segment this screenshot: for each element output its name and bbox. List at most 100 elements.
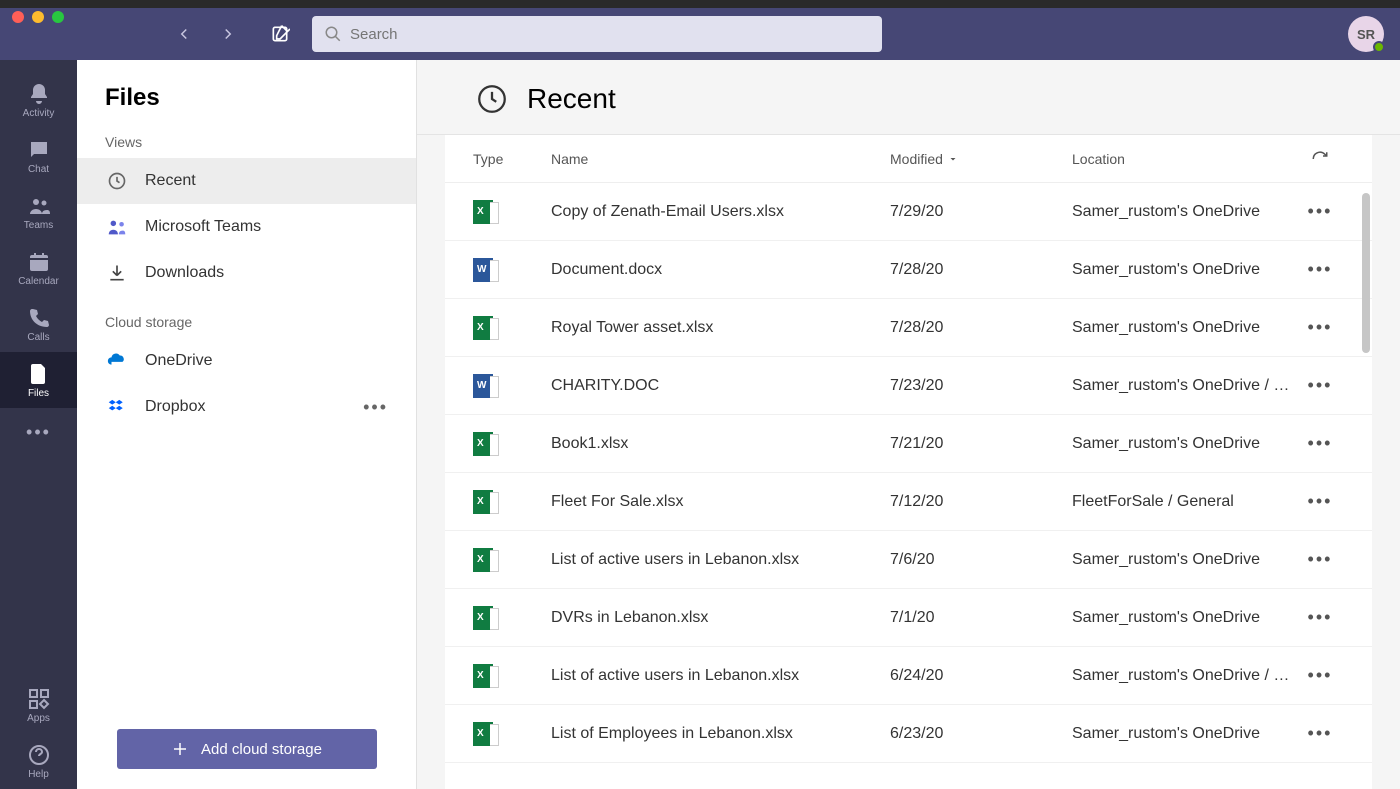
table-row[interactable]: XList of Employees in Lebanon.xlsx6/23/2…: [445, 705, 1372, 763]
forward-button[interactable]: [212, 18, 244, 50]
rail-label: Activity: [23, 108, 55, 119]
file-location: Samer_rustom's OneDrive: [1072, 609, 1296, 627]
scrollbar[interactable]: [1362, 193, 1370, 353]
more-icon[interactable]: •••: [1308, 549, 1333, 570]
sidebar-item-label: Microsoft Teams: [145, 218, 261, 236]
table-row[interactable]: WDocument.docx7/28/20Samer_rustom's OneD…: [445, 241, 1372, 299]
file-location: Samer_rustom's OneDrive: [1072, 725, 1296, 743]
excel-icon: X: [473, 722, 493, 746]
sidebar-item-downloads[interactable]: Downloads: [77, 250, 416, 296]
rail-label: Files: [28, 388, 49, 399]
table-row[interactable]: X List of active users in Lebanon.xlsx6/2…: [445, 647, 1372, 705]
search-field[interactable]: [350, 26, 870, 43]
excel-icon: X: [473, 200, 493, 224]
more-icon[interactable]: •••: [1308, 317, 1333, 338]
rail-label: Chat: [28, 164, 49, 175]
rail-calls[interactable]: Calls: [0, 296, 77, 352]
file-modified: 7/21/20: [890, 435, 1072, 453]
more-icon[interactable]: •••: [1308, 491, 1333, 512]
file-name: Fleet For Sale.xlsx: [551, 493, 890, 511]
sort-desc-icon: [947, 153, 959, 165]
minimize-window-icon[interactable]: [32, 11, 44, 23]
more-icon[interactable]: •••: [1308, 723, 1333, 744]
rail-label: Calls: [27, 332, 49, 343]
header-bar: SR: [0, 8, 1400, 60]
search-input[interactable]: [312, 16, 882, 52]
maximize-window-icon[interactable]: [52, 11, 64, 23]
table-row[interactable]: XRoyal Tower asset.xlsx7/28/20Samer_rust…: [445, 299, 1372, 357]
column-name[interactable]: Name: [551, 151, 890, 167]
rail-calendar[interactable]: Calendar: [0, 240, 77, 296]
rail-teams[interactable]: Teams: [0, 184, 77, 240]
table-row[interactable]: XFleet For Sale.xlsx7/12/20FleetForSale …: [445, 473, 1372, 531]
chat-icon: [27, 138, 51, 162]
files-table: Type Name Modified Location XCopy of Zen…: [445, 135, 1372, 789]
sidebar-item-onedrive[interactable]: OneDrive: [77, 338, 416, 384]
files-icon: [27, 362, 51, 386]
excel-icon: X: [473, 664, 493, 688]
column-modified[interactable]: Modified: [890, 151, 1072, 167]
refresh-icon: [1311, 150, 1329, 168]
more-icon[interactable]: •••: [1308, 607, 1333, 628]
rail-files[interactable]: Files: [0, 352, 77, 408]
rail-more[interactable]: •••: [0, 408, 77, 456]
more-icon[interactable]: •••: [1308, 665, 1333, 686]
file-modified: 7/6/20: [890, 551, 1072, 569]
table-row[interactable]: XBook1.xlsx7/21/20Samer_rustom's OneDriv…: [445, 415, 1372, 473]
file-location: Samer_rustom's OneDrive / …: [1072, 667, 1296, 685]
file-name: List of active users in Lebanon.xlsx: [551, 667, 890, 685]
add-cloud-storage-button[interactable]: Add cloud storage: [117, 729, 377, 769]
file-location: Samer_rustom's OneDrive / …: [1072, 377, 1296, 395]
back-button[interactable]: [168, 18, 200, 50]
close-window-icon[interactable]: [12, 11, 24, 23]
more-icon[interactable]: •••: [1308, 259, 1333, 280]
rail-chat[interactable]: Chat: [0, 128, 77, 184]
column-type[interactable]: Type: [473, 151, 551, 167]
file-location: Samer_rustom's OneDrive: [1072, 319, 1296, 337]
sidebar-cloud-label: Cloud storage: [77, 310, 416, 338]
file-modified: 7/1/20: [890, 609, 1072, 627]
sidebar-item-label: Dropbox: [145, 398, 205, 416]
file-modified: 7/28/20: [890, 261, 1072, 279]
more-icon[interactable]: •••: [1308, 201, 1333, 222]
rail-apps[interactable]: Apps: [0, 677, 77, 733]
refresh-button[interactable]: [1296, 150, 1344, 168]
table-row[interactable]: WCHARITY.DOC7/23/20Samer_rustom's OneDri…: [445, 357, 1372, 415]
excel-icon: X: [473, 490, 493, 514]
sidebar-views-label: Views: [77, 130, 416, 158]
sidebar-title: Files: [77, 60, 416, 130]
dropbox-icon: [105, 397, 129, 417]
page-title: Recent: [527, 83, 616, 115]
table-row[interactable]: XDVRs in Lebanon.xlsx7/1/20Samer_rustom'…: [445, 589, 1372, 647]
window-controls: [12, 11, 64, 23]
sidebar-item-recent[interactable]: Recent: [77, 158, 416, 204]
bell-icon: [27, 82, 51, 106]
teams-icon: [105, 216, 129, 238]
sidebar-item-label: OneDrive: [145, 352, 213, 370]
apps-icon: [27, 687, 51, 711]
table-row[interactable]: XList of active users in Lebanon.xlsx7/6…: [445, 531, 1372, 589]
rail-activity[interactable]: Activity: [0, 72, 77, 128]
more-icon[interactable]: •••: [1308, 433, 1333, 454]
sidebar-item-microsoft-teams[interactable]: Microsoft Teams: [77, 204, 416, 250]
file-location: Samer_rustom's OneDrive: [1072, 203, 1296, 221]
clock-icon: [475, 82, 509, 116]
file-modified: 7/29/20: [890, 203, 1072, 221]
file-location: Samer_rustom's OneDrive: [1072, 435, 1296, 453]
sidebar-item-dropbox[interactable]: Dropbox •••: [77, 384, 416, 430]
more-icon[interactable]: •••: [363, 397, 388, 418]
avatar[interactable]: SR: [1348, 16, 1384, 52]
rail-label: Calendar: [18, 276, 59, 287]
rail-help[interactable]: Help: [0, 733, 77, 789]
calendar-icon: [27, 250, 51, 274]
column-location[interactable]: Location: [1072, 151, 1296, 167]
compose-button[interactable]: [264, 18, 296, 50]
table-row[interactable]: XCopy of Zenath-Email Users.xlsx7/29/20S…: [445, 183, 1372, 241]
file-name: List of active users in Lebanon.xlsx: [551, 551, 890, 569]
file-modified: 6/24/20: [890, 667, 1072, 685]
file-name: Book1.xlsx: [551, 435, 890, 453]
more-icon[interactable]: •••: [1308, 375, 1333, 396]
file-location: FleetForSale / General: [1072, 493, 1296, 511]
help-icon: [27, 743, 51, 767]
excel-icon: X: [473, 606, 493, 630]
